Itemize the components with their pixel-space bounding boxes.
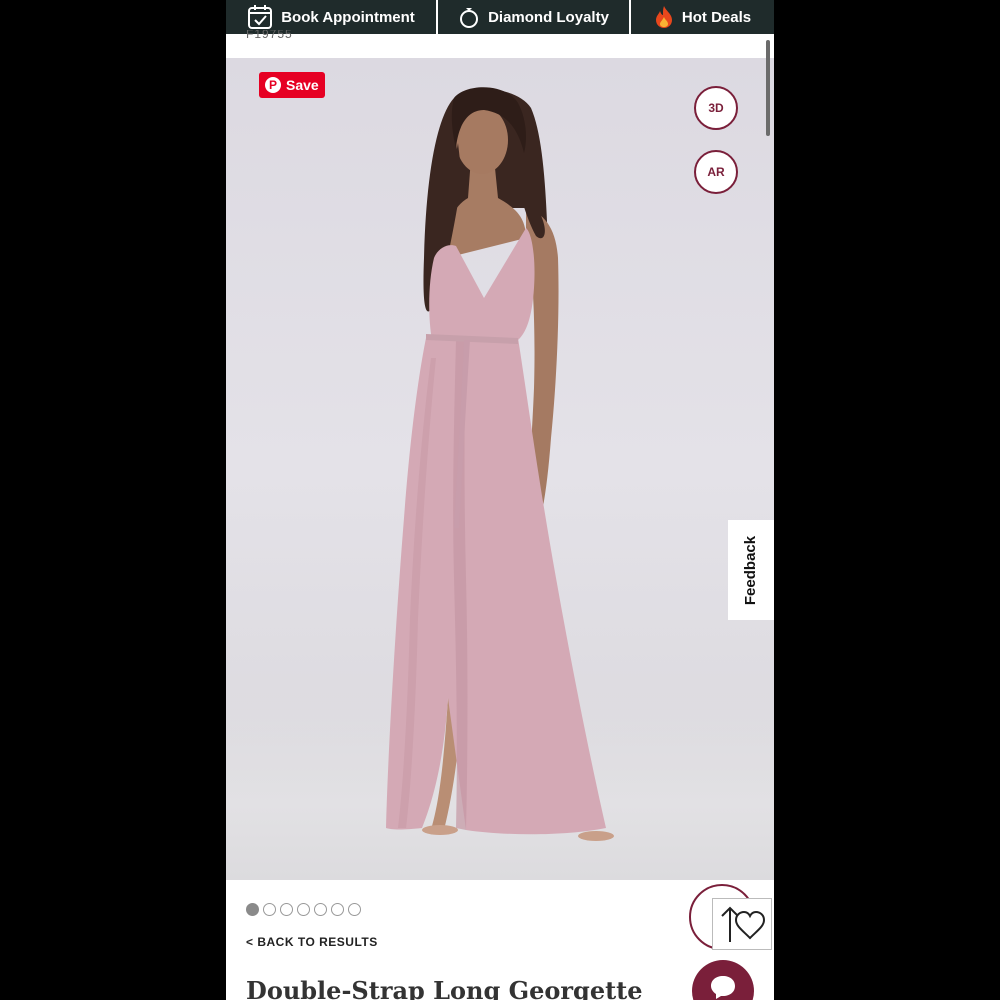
- diamond-loyalty-link[interactable]: Diamond Loyalty: [438, 0, 631, 34]
- save-label: Save: [286, 77, 319, 93]
- 3d-label: 3D: [708, 101, 724, 115]
- pinterest-icon: P: [265, 77, 281, 93]
- calendar-check-icon: [247, 4, 273, 30]
- gallery-dot[interactable]: [348, 903, 361, 916]
- feedback-tab[interactable]: Feedback: [728, 520, 774, 620]
- phone-screen: Book Appointment Diamond Loyalty Hot Dea…: [226, 0, 774, 1000]
- pinterest-save-button[interactable]: P Save: [259, 72, 325, 98]
- gallery-dot[interactable]: [314, 903, 327, 916]
- ring-icon: [458, 5, 480, 29]
- product-image[interactable]: P Save 3D AR Feedback: [226, 58, 774, 880]
- gallery-dot[interactable]: [331, 903, 344, 916]
- gallery-dots: [246, 903, 361, 916]
- top-nav: Book Appointment Diamond Loyalty Hot Dea…: [226, 0, 774, 34]
- gallery-dot[interactable]: [297, 903, 310, 916]
- ar-label: AR: [707, 165, 725, 179]
- feedback-label: Feedback: [742, 535, 760, 605]
- gallery-dot[interactable]: [263, 903, 276, 916]
- heart-arrow-icon: [721, 906, 766, 942]
- chat-button[interactable]: [692, 960, 754, 1000]
- gallery-dot[interactable]: [280, 903, 293, 916]
- diamond-loyalty-label: Diamond Loyalty: [488, 8, 609, 26]
- back-to-results-link[interactable]: < BACK TO RESULTS: [246, 935, 378, 949]
- wishlist-button[interactable]: [712, 898, 772, 950]
- flame-icon: [654, 5, 674, 29]
- chat-bubble-icon: [711, 976, 735, 999]
- hot-deals-label: Hot Deals: [681, 8, 752, 26]
- book-appointment-label: Book Appointment: [281, 8, 415, 26]
- hot-deals-link[interactable]: Hot Deals: [631, 0, 774, 34]
- scrollbar[interactable]: [766, 40, 770, 136]
- view-3d-button[interactable]: 3D: [694, 86, 738, 130]
- book-appointment-link[interactable]: Book Appointment: [226, 0, 438, 34]
- product-sku: F19755: [246, 30, 293, 41]
- view-ar-button[interactable]: AR: [694, 150, 738, 194]
- model-in-dress-image: [386, 87, 614, 841]
- product-title: Double-Strap Long Georgette: [246, 976, 643, 1000]
- gallery-dot[interactable]: [246, 903, 259, 916]
